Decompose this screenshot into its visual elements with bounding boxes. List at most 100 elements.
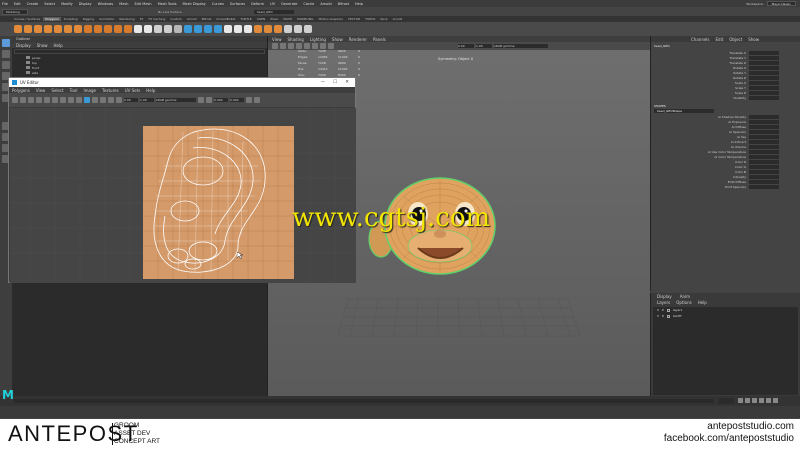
uv-channel-icon[interactable] [116, 97, 122, 103]
go-to-start-icon[interactable] [738, 398, 743, 403]
current-frame-field[interactable] [718, 398, 734, 404]
pyramid-icon[interactable] [94, 25, 102, 33]
playback-toggle[interactable]: P [662, 314, 664, 318]
channel-row[interactable]: Scale X [651, 80, 800, 85]
disc-icon[interactable] [74, 25, 82, 33]
uv-menu-polygons[interactable]: Polygons [12, 88, 30, 93]
platonic-icon[interactable] [84, 25, 92, 33]
menu-curves[interactable]: Curves [212, 2, 224, 6]
shape-attribute-row[interactable]: Ai Use Color Temperature [651, 149, 800, 154]
tab-anim-layers[interactable]: Anim [680, 294, 690, 299]
channel-value-field[interactable] [749, 95, 779, 100]
time-slider[interactable] [0, 406, 800, 418]
uv-display-icon[interactable] [198, 97, 204, 103]
multicut-icon[interactable] [224, 25, 232, 33]
unfold-icon[interactable] [304, 25, 312, 33]
cylinder-icon[interactable] [34, 25, 42, 33]
channel-row[interactable]: Translate Z [651, 60, 800, 65]
attribute-value-field[interactable] [749, 159, 779, 164]
facebook-link[interactable]: facebook.com/antepoststudio [664, 433, 794, 445]
uv-grid-icon[interactable] [52, 97, 58, 103]
pipe-icon[interactable] [114, 25, 122, 33]
uv-gamma-field[interactable]: 1.00 [140, 98, 154, 102]
shelf-tab-polygons[interactable]: Polygons [43, 17, 61, 21]
menu-surfaces[interactable]: Surfaces [230, 2, 245, 6]
go-to-end-icon[interactable] [773, 398, 778, 403]
uv-texture-icon[interactable] [84, 97, 90, 103]
shape-attribute-row[interactable]: Emit Specular [651, 184, 800, 189]
uv-editor-icon[interactable] [254, 25, 262, 33]
auto-map-icon[interactable] [274, 25, 282, 33]
attribute-value-field[interactable] [749, 164, 779, 169]
shape-attribute-row[interactable]: Ai Sss [651, 134, 800, 139]
shelf-tab[interactable]: TOPOS [363, 17, 377, 21]
step-back-icon[interactable] [745, 398, 750, 403]
shelf-tab[interactable]: Arnold [391, 17, 405, 21]
attribute-value-field[interactable] [749, 149, 779, 154]
plane-icon[interactable] [64, 25, 72, 33]
menu-file[interactable]: File [2, 2, 8, 6]
uv-lock-icon[interactable] [254, 97, 260, 103]
uv-move-icon[interactable] [20, 97, 26, 103]
maximize-button[interactable]: ☐ [333, 80, 337, 85]
prism-icon[interactable] [104, 25, 112, 33]
shape-attribute-row[interactable]: Ai Specular [651, 129, 800, 134]
uv-tile-icon[interactable] [206, 97, 212, 103]
uv-borders-icon[interactable] [92, 97, 98, 103]
uv-rotate-icon[interactable] [28, 97, 34, 103]
shelf-tab[interactable]: Crowd/Bullet [214, 17, 237, 21]
uv-color-mode-dropdown[interactable]: sRGB gamma [156, 98, 196, 102]
uv-checker-icon[interactable] [68, 97, 74, 103]
uv-v-field[interactable]: 0.000 [230, 98, 244, 102]
shape-attribute-row[interactable]: Emit Diffuse [651, 179, 800, 184]
close-button[interactable]: ✕ [345, 80, 349, 85]
layers-menu[interactable]: Layers [657, 300, 670, 305]
attribute-value-field[interactable] [749, 129, 779, 134]
sphere-icon[interactable] [14, 25, 22, 33]
outliner-menu-help[interactable]: Help [54, 43, 63, 48]
uv-menu-image[interactable]: Image [83, 88, 96, 93]
attribute-value-field[interactable] [749, 184, 779, 189]
uv-menu-textures[interactable]: Textures [102, 88, 119, 93]
minimize-button[interactable]: — [321, 80, 326, 85]
channel-value-field[interactable] [749, 90, 779, 95]
attribute-value-field[interactable] [749, 124, 779, 129]
shape-attribute-row[interactable]: Ai Volume [651, 144, 800, 149]
combine-icon[interactable] [134, 25, 142, 33]
playback-toggle[interactable]: P [662, 308, 664, 312]
shape-attribute-row[interactable]: Ai Exposure [651, 119, 800, 124]
target-weld-icon[interactable] [234, 25, 242, 33]
shape-attribute-row[interactable]: Ai Shadow Density [651, 114, 800, 119]
uv-menu-uv-sets[interactable]: UV Sets [125, 88, 141, 93]
menu-mesh-display[interactable]: Mesh Display [183, 2, 206, 6]
channel-value-field[interactable] [749, 75, 779, 80]
attribute-value-field[interactable] [749, 134, 779, 139]
channel-value-field[interactable] [749, 70, 779, 75]
paint-select-icon[interactable] [2, 61, 10, 69]
channel-row[interactable]: Translate X [651, 50, 800, 55]
uv-editor-titlebar[interactable]: UV Editor — ☐ ✕ [9, 78, 355, 87]
uv-filter-icon[interactable] [108, 97, 114, 103]
menu-edit[interactable]: Edit [14, 2, 21, 6]
shape-attribute-row[interactable]: Color B [651, 169, 800, 174]
channel-row[interactable]: Scale Z [651, 90, 800, 95]
bridge-icon[interactable] [194, 25, 202, 33]
shape-attribute-row[interactable]: Ai Color Temperature [651, 154, 800, 159]
menu-generate[interactable]: Generate [281, 2, 297, 6]
uv-scale-icon[interactable] [36, 97, 42, 103]
shelf-tab[interactable]: MODELING [295, 17, 315, 21]
uv-select-icon[interactable] [12, 97, 18, 103]
play-forward-icon[interactable] [759, 398, 764, 403]
menu-modify[interactable]: Modify [61, 2, 73, 6]
uv-menu-tool[interactable]: Tool [70, 88, 78, 93]
sew-uv-icon[interactable] [284, 25, 292, 33]
menu-bifrost[interactable]: Bifrost [338, 2, 349, 6]
uv-refresh-icon[interactable] [246, 97, 252, 103]
layer-row[interactable]: V P LIGHT [653, 313, 798, 319]
channel-value-field[interactable] [749, 85, 779, 90]
smooth-icon[interactable] [154, 25, 162, 33]
tab-show[interactable]: Show [748, 37, 759, 42]
play-back-icon[interactable] [752, 398, 757, 403]
menu-create[interactable]: Create [27, 2, 39, 6]
channel-value-field[interactable] [749, 65, 779, 70]
